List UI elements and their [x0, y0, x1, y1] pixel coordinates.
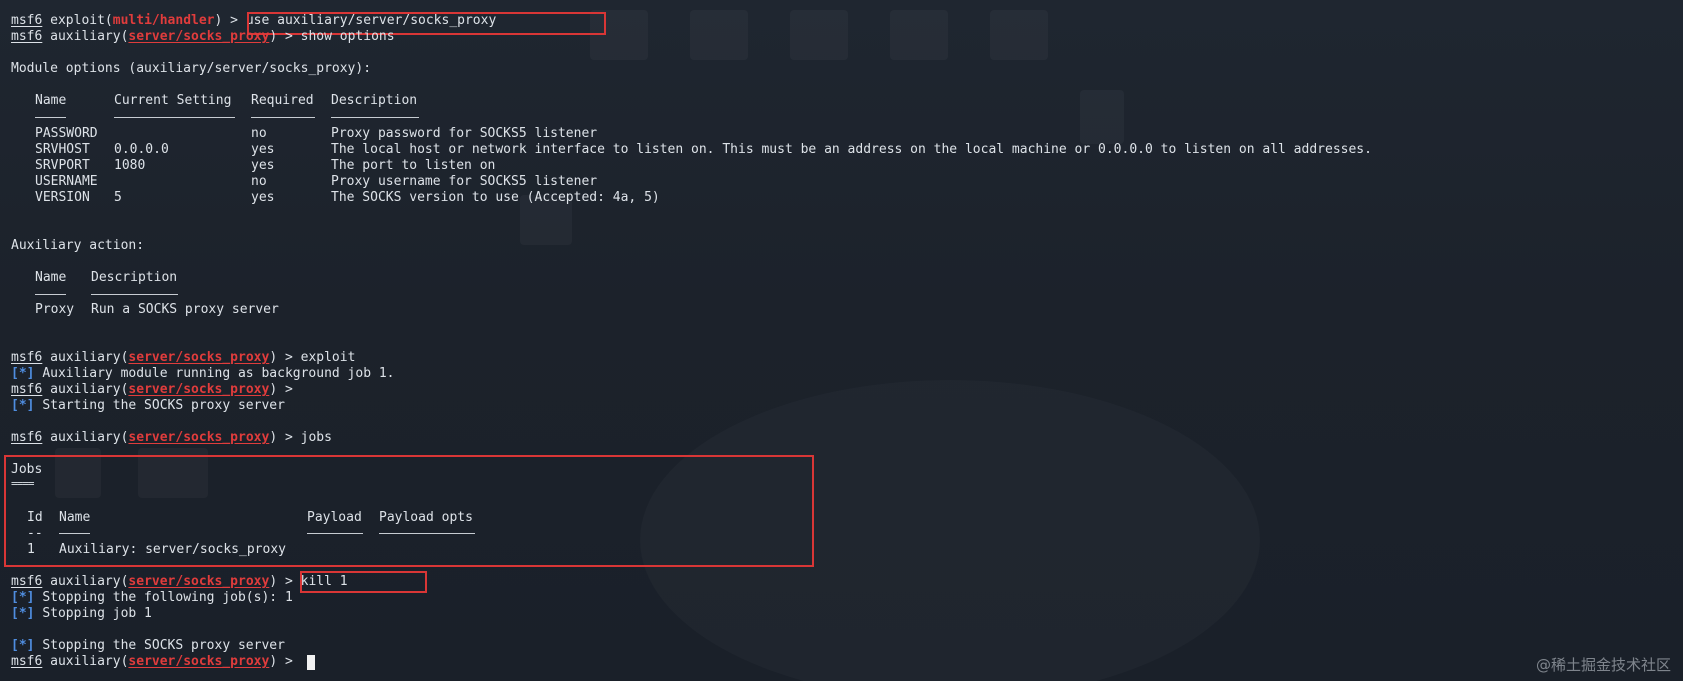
prompt-module: server/socks_proxy [128, 350, 270, 365]
prompt-close: ) > [269, 654, 301, 669]
terminal-line: msf6 auxiliary(server/socks_proxy) > kil… [11, 574, 348, 590]
status-star: [*] [11, 366, 35, 381]
background-tile [890, 10, 948, 60]
background-tile [990, 10, 1048, 60]
background-tile [690, 10, 748, 60]
prompt-context: auxiliary( [50, 29, 129, 44]
header-rule [35, 294, 66, 295]
option-description: Proxy username for SOCKS5 listener [331, 174, 598, 189]
status-line: [*] Starting the SOCKS proxy server [11, 398, 285, 414]
status-text: Stopping the SOCKS proxy server [42, 638, 285, 653]
prompt-context: auxiliary( [50, 382, 129, 397]
prompt-module: server/socks_proxy [128, 430, 270, 445]
column-header-name: Name [35, 270, 67, 285]
action-name: Proxy [35, 302, 75, 317]
prompt-module: server/socks_proxy [128, 654, 270, 669]
option-name: PASSWORD [35, 126, 98, 141]
option-description: The SOCKS version to use (Accepted: 4a, … [331, 190, 660, 205]
prompt-close: ) > [214, 13, 246, 28]
section-title: Auxiliary action: [11, 238, 145, 253]
option-description: The local host or network interface to l… [331, 142, 1372, 157]
prompt-module: server/socks_proxy [128, 382, 270, 397]
status-star: [*] [11, 398, 35, 413]
msf-prompt: msf6 [11, 654, 43, 669]
section-title: Module options (auxiliary/server/socks_p… [11, 61, 372, 76]
terminal-window[interactable]: msf6 exploit(multi/handler) > use auxili… [0, 0, 1683, 681]
option-description: The port to listen on [331, 158, 496, 173]
command-show: show options [300, 29, 395, 44]
option-required: yes [251, 158, 275, 173]
msf-prompt: msf6 [11, 350, 43, 365]
command-jobs: jobs [300, 430, 332, 445]
msf-prompt: msf6 [11, 29, 43, 44]
column-header-required: Required [251, 93, 314, 108]
column-header-description: Description [91, 270, 178, 285]
prompt-context: auxiliary( [50, 654, 129, 669]
prompt-context: exploit( [50, 13, 113, 28]
option-current: 5 [114, 190, 122, 205]
command-exploit: exploit [300, 350, 356, 365]
option-required: yes [251, 190, 275, 205]
status-text: Starting the SOCKS proxy server [42, 398, 285, 413]
terminal-input-line[interactable]: msf6 auxiliary(server/socks_proxy) > [11, 654, 301, 670]
prompt-module: multi/handler [112, 13, 215, 28]
option-required: no [251, 126, 267, 141]
status-line: [*] Stopping the following job(s): 1 [11, 590, 293, 606]
msf-prompt: msf6 [11, 13, 43, 28]
header-rule [35, 117, 66, 118]
option-required: no [251, 174, 267, 189]
status-text: Stopping the following job(s): 1 [42, 590, 293, 605]
terminal-line: msf6 auxiliary(server/socks_proxy) > sho… [11, 29, 395, 45]
status-text: Auxiliary module running as background j… [42, 366, 395, 381]
status-text: Stopping job 1 [42, 606, 152, 621]
status-star: [*] [11, 606, 35, 621]
option-name: USERNAME [35, 174, 98, 189]
status-star: [*] [11, 590, 35, 605]
column-header-name: Name [35, 93, 67, 108]
status-line: [*] Stopping the SOCKS proxy server [11, 638, 285, 654]
status-line: [*] Stopping job 1 [11, 606, 152, 622]
prompt-close: ) > [269, 382, 301, 397]
prompt-context: auxiliary( [50, 430, 129, 445]
prompt-module: server/socks_proxy [128, 29, 270, 44]
action-description: Run a SOCKS proxy server [91, 302, 279, 317]
header-rule [331, 117, 419, 118]
prompt-close: ) > [269, 350, 301, 365]
msf-prompt: msf6 [11, 574, 43, 589]
prompt-close: ) > [269, 574, 301, 589]
header-rule [114, 117, 235, 118]
prompt-module: server/socks_proxy [128, 574, 270, 589]
option-description: Proxy password for SOCKS5 listener [331, 126, 598, 141]
option-name: VERSION [35, 190, 90, 205]
terminal-line: msf6 auxiliary(server/socks_proxy) > [11, 382, 301, 398]
highlight-kill-command [300, 571, 427, 593]
option-name: SRVPORT [35, 158, 90, 173]
background-tile [790, 10, 848, 60]
watermark: @稀土掘金技术社区 [1535, 656, 1671, 674]
option-name: SRVHOST [35, 142, 90, 157]
prompt-close: ) > [269, 29, 301, 44]
status-star: [*] [11, 638, 35, 653]
terminal-line: msf6 auxiliary(server/socks_proxy) > exp… [11, 350, 355, 366]
msf-prompt: msf6 [11, 382, 43, 397]
column-header-description: Description [331, 93, 418, 108]
option-current: 0.0.0.0 [114, 142, 169, 157]
text-cursor[interactable] [307, 655, 315, 670]
column-header-current: Current Setting [114, 93, 232, 108]
prompt-context: auxiliary( [50, 574, 129, 589]
header-rule [251, 117, 315, 118]
status-line: [*] Auxiliary module running as backgrou… [11, 366, 395, 382]
option-required: yes [251, 142, 275, 157]
highlight-jobs-table [4, 455, 814, 567]
terminal-line: msf6 auxiliary(server/socks_proxy) > job… [11, 430, 332, 446]
msf-prompt: msf6 [11, 430, 43, 445]
prompt-context: auxiliary( [50, 350, 129, 365]
header-rule [91, 294, 178, 295]
prompt-close: ) > [269, 430, 301, 445]
option-current: 1080 [114, 158, 146, 173]
background-tile [1080, 90, 1124, 144]
